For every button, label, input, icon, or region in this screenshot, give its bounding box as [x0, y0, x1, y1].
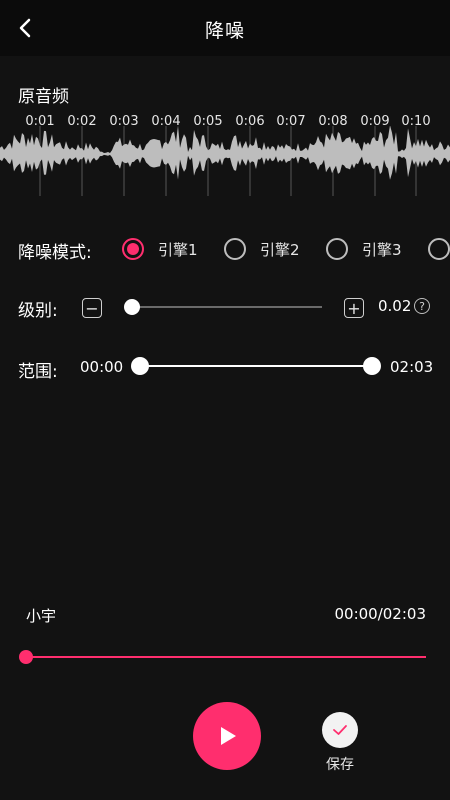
playback-time: 00:00/02:03: [334, 605, 426, 623]
range-start-time: 00:00: [80, 358, 124, 376]
level-slider-thumb[interactable]: [123, 299, 140, 315]
radio-unselected-icon: [224, 238, 246, 260]
minus-icon: −: [85, 298, 99, 318]
play-icon: [221, 727, 236, 745]
playback-progress-thumb[interactable]: [19, 650, 33, 664]
engine-3-label: 引擎3: [362, 240, 402, 259]
radio-unselected-icon: [428, 238, 450, 260]
level-decrease-button[interactable]: −: [82, 298, 102, 318]
engine-1-label: 引擎1: [158, 240, 198, 259]
range-slider-track[interactable]: [140, 365, 372, 367]
engine-3-radio[interactable]: 引擎3: [326, 236, 402, 262]
track-name: 小宇: [26, 607, 57, 625]
waveform-section-title: 原音频: [18, 87, 69, 107]
audio-waveform[interactable]: [0, 126, 450, 196]
engine-4-radio[interactable]: [428, 236, 450, 262]
top-bar: 降噪: [0, 0, 450, 56]
help-icon[interactable]: ?: [414, 298, 430, 314]
level-label: 级别:: [18, 301, 58, 321]
level-increase-button[interactable]: +: [344, 298, 364, 318]
range-end-time: 02:03: [390, 358, 434, 376]
page-title: 降噪: [204, 20, 245, 42]
save-label: 保存: [326, 757, 354, 773]
level-value: 0.02: [378, 297, 412, 315]
waveform-shape: [0, 126, 450, 180]
play-button[interactable]: [193, 702, 261, 770]
save-button[interactable]: 保存: [318, 712, 362, 774]
checkmark-icon: [322, 712, 358, 748]
noise-mode-label: 降噪模式:: [18, 243, 92, 263]
radio-unselected-icon: [326, 238, 348, 260]
range-start-thumb[interactable]: [131, 357, 149, 375]
engine-2-radio[interactable]: 引擎2: [224, 236, 300, 262]
level-slider-track[interactable]: [128, 306, 322, 308]
engine-2-label: 引擎2: [260, 240, 300, 259]
range-end-thumb[interactable]: [363, 357, 381, 375]
playback-progress-track[interactable]: [26, 656, 426, 658]
radio-selected-icon: [122, 238, 144, 260]
plus-icon: +: [347, 298, 361, 318]
engine-1-radio[interactable]: 引擎1: [122, 236, 198, 262]
range-label: 范围:: [18, 362, 58, 382]
